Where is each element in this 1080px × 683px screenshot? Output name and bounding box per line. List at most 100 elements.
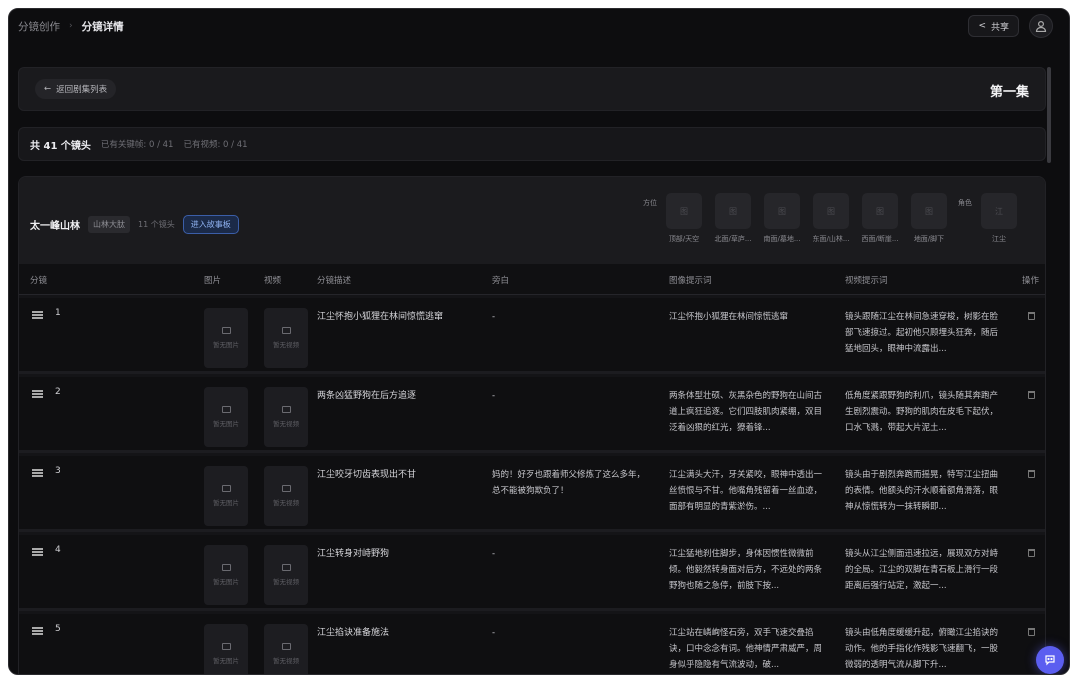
video-placeholder[interactable]: 暂无视频 bbox=[264, 624, 308, 674]
direction-item[interactable]: 图东面/山林... bbox=[811, 193, 851, 244]
column-header: 视频提示词 bbox=[845, 276, 888, 286]
image-placeholder-label: 暂无图片 bbox=[213, 657, 239, 665]
drag-handle-icon[interactable] bbox=[32, 627, 43, 635]
shot-number: 1 bbox=[55, 308, 61, 318]
image-icon bbox=[221, 406, 231, 413]
narration: - bbox=[492, 549, 496, 559]
scene-header: 太一峰山林 山林大肽 11 个镜头 进入故事板 方位图顶部/天空图北面/草庐..… bbox=[19, 177, 1045, 264]
video-placeholder-label: 暂无视频 bbox=[273, 499, 299, 507]
direction-item[interactable]: 图南面/墓地... bbox=[762, 193, 802, 244]
shot-description: 江尘咬牙切齿表现出不甘 bbox=[317, 470, 417, 480]
direction-item[interactable]: 图顶部/天空 bbox=[664, 193, 704, 244]
drag-handle-icon[interactable] bbox=[32, 311, 43, 319]
arrow-left-icon: ← bbox=[44, 84, 52, 94]
app-window: 分镜创作 › 分镜详情 < 共享 ← 返回剧集列表 第一集 共 41 个镜头 已… bbox=[8, 8, 1070, 675]
image-placeholder[interactable]: 暂无图片 bbox=[204, 387, 248, 447]
role-thumbnail: 江 bbox=[981, 193, 1017, 229]
delete-icon[interactable] bbox=[1028, 312, 1035, 320]
role-name: 江尘 bbox=[992, 235, 1006, 243]
episode-title: 第一集 bbox=[989, 85, 1029, 100]
direction-item[interactable]: 图地面/脚下 bbox=[909, 193, 949, 244]
column-header: 分镜描述 bbox=[317, 276, 352, 286]
column-header: 图片 bbox=[204, 276, 222, 286]
drag-handle-icon[interactable] bbox=[32, 469, 43, 477]
table-header: 分镜 图片 视频 分镜描述 旁白 图像提示词 视频提示词 操作 bbox=[19, 264, 1045, 295]
video-prompt: 低角度紧跟野狗的利爪，镜头随其奔跑产生剧烈震动。野狗的肌肉在皮毛下起伏，口水飞溅… bbox=[845, 391, 999, 433]
delete-icon[interactable] bbox=[1028, 470, 1035, 478]
image-prompt: 江尘怀抱小狐狸在林间惊慌逃窜 bbox=[669, 312, 789, 322]
shot-description: 江尘掐诀准备施法 bbox=[317, 628, 390, 638]
scene-tag: 山林大肽 bbox=[88, 216, 130, 233]
video-placeholder[interactable]: 暂无视频 bbox=[264, 308, 308, 368]
table-row: 1 暂无图片 暂无视频 江尘怀抱小狐狸在林间惊慌逃窜 - 江尘怀抱小狐狸在林间惊慌逃窜 镜头… bbox=[19, 298, 1045, 374]
video-prompt: 镜头跟随江尘在林间急速穿梭，树影在脸部飞速掠过。起初他只顾埋头狂奔，随后猛地回头… bbox=[845, 312, 999, 354]
video-placeholder[interactable]: 暂无视频 bbox=[264, 545, 308, 605]
back-label: 返回剧集列表 bbox=[56, 85, 108, 95]
direction-label-text: 地面/脚下 bbox=[913, 235, 945, 243]
table-row: 2 暂无图片 暂无视频 两条凶猛野狗在后方追逐 - 两条体型壮硕、灰黑杂色的野狗在山间古道… bbox=[19, 377, 1045, 453]
video-placeholder[interactable]: 暂无视频 bbox=[264, 466, 308, 526]
video-prompt: 镜头由于剧烈奔跑而摇晃，特写江尘扭曲的表情。他额头的汗水顺着额角滑落，眼神从惊慌… bbox=[845, 470, 999, 512]
image-prompt: 江尘满头大汗，牙关紧咬，眼神中透出一丝愤恨与不甘。他嘴角残留着一丝血迹，面部有明… bbox=[669, 470, 823, 512]
shot-description: 江尘怀抱小狐狸在林间惊慌逃窜 bbox=[317, 312, 444, 322]
image-placeholder-label: 暂无图片 bbox=[213, 420, 239, 428]
image-prompt: 江尘站在嶙峋怪石旁，双手飞速交叠掐诀，口中念念有词。他神情严肃威严，周身似乎隐隐… bbox=[669, 628, 823, 670]
scene-shot-count: 11 个镜头 bbox=[138, 220, 175, 229]
table-row: 5 暂无图片 暂无视频 江尘掐诀准备施法 - 江尘站在嶙峋怪石旁，双手飞速交叠掐诀，口中念… bbox=[19, 614, 1045, 674]
video-placeholder-label: 暂无视频 bbox=[273, 341, 299, 349]
delete-icon[interactable] bbox=[1028, 549, 1035, 557]
video-placeholder-label: 暂无视频 bbox=[273, 578, 299, 586]
role-item[interactable]: 江江尘 bbox=[979, 193, 1019, 244]
video-icon bbox=[281, 327, 291, 334]
direction-label-text: 西面/断崖... bbox=[861, 235, 899, 243]
back-to-episodes-button[interactable]: ← 返回剧集列表 bbox=[35, 79, 117, 99]
direction-label-text: 北面/草庐... bbox=[714, 235, 752, 243]
shot-number: 3 bbox=[55, 466, 61, 476]
scrollbar[interactable] bbox=[1047, 67, 1051, 163]
direction-label: 方位 bbox=[643, 199, 657, 207]
image-placeholder[interactable]: 暂无图片 bbox=[204, 308, 248, 368]
direction-references: 方位图顶部/天空图北面/草庐... 图南面/墓地... 图东面/山林... 图西面/断… bbox=[643, 193, 1019, 244]
scene-name: 太一峰山林 bbox=[30, 221, 80, 232]
image-placeholder-label: 暂无图片 bbox=[213, 341, 239, 349]
video-placeholder[interactable]: 暂无视频 bbox=[264, 387, 308, 447]
video-icon bbox=[281, 485, 291, 492]
image-placeholder[interactable]: 暂无图片 bbox=[204, 624, 248, 674]
share-button[interactable]: < 共享 bbox=[968, 15, 1019, 37]
share-icon: < bbox=[978, 21, 986, 31]
shot-description: 两条凶猛野狗在后方追逐 bbox=[317, 391, 417, 401]
delete-icon[interactable] bbox=[1028, 391, 1035, 399]
drag-handle-icon[interactable] bbox=[32, 390, 43, 398]
video-icon bbox=[281, 643, 291, 650]
column-header: 分镜 bbox=[30, 276, 48, 286]
shot-number: 2 bbox=[55, 387, 61, 397]
top-bar: 分镜创作 › 分镜详情 bbox=[9, 9, 1069, 43]
direction-thumbnail: 图 bbox=[813, 193, 849, 229]
image-placeholder[interactable]: 暂无图片 bbox=[204, 545, 248, 605]
shot-number: 4 bbox=[55, 545, 61, 555]
video-icon bbox=[281, 564, 291, 571]
chat-icon bbox=[1045, 655, 1055, 666]
episode-header: ← 返回剧集列表 第一集 bbox=[18, 67, 1046, 111]
narration: - bbox=[492, 628, 496, 638]
column-header: 视频 bbox=[264, 276, 282, 286]
column-header: 图像提示词 bbox=[669, 276, 712, 286]
direction-thumbnail: 图 bbox=[715, 193, 751, 229]
breadcrumb-parent[interactable]: 分镜创作 bbox=[18, 19, 60, 34]
image-placeholder[interactable]: 暂无图片 bbox=[204, 466, 248, 526]
video-icon bbox=[281, 406, 291, 413]
direction-item[interactable]: 图西面/断崖... bbox=[860, 193, 900, 244]
enter-storyboard-button[interactable]: 进入故事板 bbox=[182, 215, 239, 234]
video-prompt: 镜头由低角度缓缓升起，俯瞰江尘掐诀的动作。他的手指化作残影飞速翻飞，一股微弱的透… bbox=[845, 628, 999, 670]
role-label: 角色 bbox=[958, 199, 972, 207]
user-avatar-button[interactable] bbox=[1029, 14, 1053, 38]
drag-handle-icon[interactable] bbox=[32, 548, 43, 556]
shot-description: 江尘转身对峙野狗 bbox=[317, 549, 390, 559]
chat-assistant-button[interactable] bbox=[1036, 646, 1064, 674]
direction-thumbnail: 图 bbox=[911, 193, 947, 229]
direction-label-text: 南面/墓地... bbox=[763, 235, 801, 243]
direction-item[interactable]: 图北面/草庐... bbox=[713, 193, 753, 244]
delete-icon[interactable] bbox=[1028, 628, 1035, 636]
image-placeholder-label: 暂无图片 bbox=[213, 578, 239, 586]
column-header: 操作 bbox=[1022, 276, 1040, 286]
